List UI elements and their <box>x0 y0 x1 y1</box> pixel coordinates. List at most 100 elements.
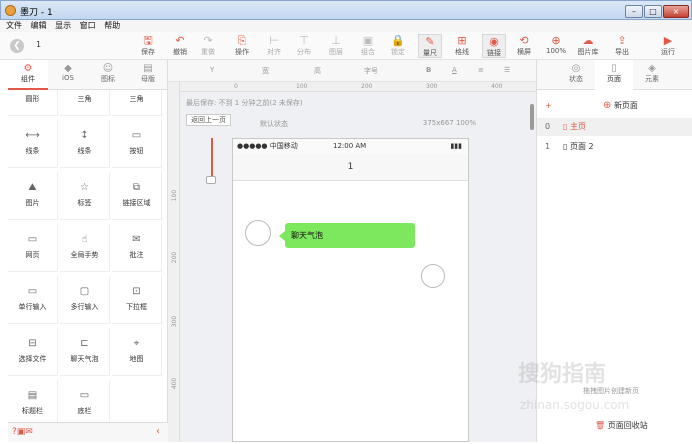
rotate-icon: ⟲ <box>519 34 529 47</box>
page-index: 1 <box>545 142 551 151</box>
toolbar-button-label: 链接 <box>487 49 501 57</box>
toolbar-button[interactable]: 🖫 保存 <box>136 34 160 58</box>
close-button[interactable]: × <box>663 5 689 18</box>
master-icon: ▤ <box>143 63 153 74</box>
widget-item[interactable]: ▢ 多行输入 <box>60 276 110 324</box>
tab-states[interactable]: ◎ 状态 <box>557 60 595 90</box>
toolbar-button[interactable]: ⊕ 100% <box>544 34 568 58</box>
bold-button[interactable]: B <box>426 66 431 74</box>
minimize-button[interactable]: – <box>625 5 643 18</box>
triangle-icon: △ <box>60 90 109 94</box>
toolbar-button[interactable]: ⟲ 横屏 <box>512 34 536 58</box>
back-page-button[interactable]: 返回上一页 <box>186 114 231 126</box>
widget-label: 图片 <box>25 199 40 207</box>
title-bar: 墨刀 - 1 – □ × <box>0 0 692 20</box>
redo-icon: ↷ <box>203 34 213 47</box>
circle-shape[interactable] <box>421 264 445 288</box>
width-field[interactable]: 宽 <box>262 66 269 76</box>
webpage-icon: ▭ <box>27 234 38 245</box>
menu-view[interactable]: 显示 <box>55 20 71 32</box>
text-color-button[interactable]: A <box>452 66 457 74</box>
tab-elements[interactable]: ◈ 元素 <box>633 60 671 90</box>
back-arrow-icon[interactable]: ❮ <box>10 39 24 53</box>
plus-circle-icon: ⊕ <box>603 100 612 111</box>
widget-item[interactable]: ▭ 单行输入 <box>8 276 58 324</box>
tab-icons[interactable]: ☺ 图标 <box>88 60 128 90</box>
tab-pages[interactable]: ▯ 页面 <box>595 60 633 90</box>
single-input-icon: ▭ <box>27 286 38 297</box>
nav-bar[interactable]: 1 <box>233 154 468 181</box>
zoom-slider-handle[interactable] <box>206 176 216 184</box>
widget-item[interactable]: ▤ 标题栏 <box>8 380 58 428</box>
menu-window[interactable]: 窗口 <box>80 20 96 32</box>
widget-item[interactable]: ⛰ 图片 <box>8 172 58 220</box>
widget-item[interactable]: ▭ 网页 <box>8 224 58 272</box>
widget-item[interactable]: ▽三角 <box>112 90 162 116</box>
tab-label: 页面 <box>607 75 621 83</box>
widget-item[interactable]: △三角 <box>60 90 110 116</box>
widget-item[interactable]: ⊟ 选择文件 <box>8 328 58 376</box>
menu-bar: 文件 编辑 显示 窗口 帮助 <box>0 20 692 32</box>
ruler-tick: 200 <box>171 251 179 264</box>
ruler-tick: 100 <box>296 83 308 90</box>
design-canvas[interactable]: 最后保存: 不到 1 分钟之前(2 未保存) 返回上一页 默认状态 375x66… <box>180 92 536 442</box>
circle-shape[interactable] <box>245 220 271 246</box>
chat-bubble[interactable]: 聊天气泡 <box>279 223 415 248</box>
toolbar-button[interactable]: ⇪ 导出 <box>610 34 634 58</box>
left-panel: ⚙组件 ◆iOS ☺图标 ▤母版 ○圆形△三角▽三角⟷线条↕线条▭按钮⛰图片☆标… <box>8 60 168 442</box>
height-field[interactable]: 高 <box>314 66 321 76</box>
new-page-button[interactable]: ⊕ 新页面 <box>603 100 638 111</box>
canvas-scrollbar[interactable] <box>530 104 534 130</box>
widget-item[interactable]: ☝ 全局手势 <box>60 224 110 272</box>
help-icon[interactable]: ?▣✉ <box>12 427 33 437</box>
tab-ios[interactable]: ◆ iOS <box>48 60 88 90</box>
widget-item[interactable]: ⧉ 链接区域 <box>112 172 162 220</box>
widget-item[interactable]: ▭ 按钮 <box>112 120 162 168</box>
menu-file[interactable]: 文件 <box>6 20 22 32</box>
state-label: 默认状态 <box>260 120 288 128</box>
tab-components[interactable]: ⚙ 组件 <box>8 60 48 90</box>
toolbar-button[interactable]: ⊢ 对齐 <box>262 34 286 58</box>
toolbar-button[interactable]: ✎ 量尺 <box>418 34 442 58</box>
tab-master[interactable]: ▤ 母版 <box>128 60 168 90</box>
widget-item[interactable]: ⟷ 线条 <box>8 120 58 168</box>
toolbar-button-label: 保存 <box>141 48 155 56</box>
toolbar-button[interactable]: 🔒 锁定 <box>386 34 410 58</box>
widget-item[interactable]: ⌖ 地图 <box>112 328 162 376</box>
toolbar-button[interactable]: ▣ 组合 <box>356 34 380 58</box>
widget-item[interactable]: ☆ 标签 <box>60 172 110 220</box>
widget-label: 三角 <box>77 95 92 103</box>
widget-label: 下拉框 <box>126 303 147 311</box>
widget-item[interactable]: ⊡ 下拉框 <box>112 276 162 324</box>
widget-item[interactable]: ✉ 批注 <box>112 224 162 272</box>
widget-item[interactable]: ▭ 底栏 <box>60 380 110 428</box>
page-row[interactable]: 1 ▯ 页面 2 <box>537 138 692 156</box>
toolbar-button[interactable]: ▶ 运行 <box>656 34 680 58</box>
collapse-icon[interactable]: ‹ <box>156 426 160 437</box>
more-button[interactable]: ☰ <box>504 66 510 74</box>
toolbar-button[interactable]: ⊞ 格线 <box>450 34 474 58</box>
toolbar-button[interactable]: ↷ 重做 <box>196 34 220 58</box>
toolbar-button[interactable]: ↶ 撤销 <box>168 34 192 58</box>
y-field[interactable]: Y <box>210 66 214 74</box>
page-row[interactable]: 0 ▯ 主页 <box>537 118 692 136</box>
widget-item[interactable]: ⊏ 聊天气泡 <box>60 328 110 376</box>
recycle-bin-button[interactable]: 🗑 页面回收站 <box>595 420 648 431</box>
font-size-field[interactable]: 字号 <box>364 66 378 76</box>
toolbar-button[interactable]: ⊤ 分布 <box>292 34 316 58</box>
toolbar-button[interactable]: ☁ 图片库 <box>576 34 600 58</box>
menu-edit[interactable]: 编辑 <box>31 20 47 32</box>
toolbar-button[interactable]: ◉ 链接 <box>482 34 506 58</box>
undo-icon: ↶ <box>175 34 185 47</box>
widget-item[interactable]: ↕ 线条 <box>60 120 110 168</box>
add-page-icon[interactable]: + <box>545 101 552 110</box>
menu-help[interactable]: 帮助 <box>104 20 120 32</box>
maximize-button[interactable]: □ <box>644 5 662 18</box>
toolbar-button[interactable]: ⎘ 操作 <box>230 34 254 58</box>
widget-grid: ○圆形△三角▽三角⟷线条↕线条▭按钮⛰图片☆标签⧉链接区域▭网页☝全局手势✉批注… <box>8 90 168 430</box>
align-button[interactable]: ≡ <box>478 66 484 74</box>
smiley-icon: ☺ <box>102 63 114 74</box>
toolbar-button[interactable]: ⊥ 图层 <box>324 34 348 58</box>
widget-item[interactable]: ○圆形 <box>8 90 58 116</box>
widget-label: 选择文件 <box>18 355 47 363</box>
